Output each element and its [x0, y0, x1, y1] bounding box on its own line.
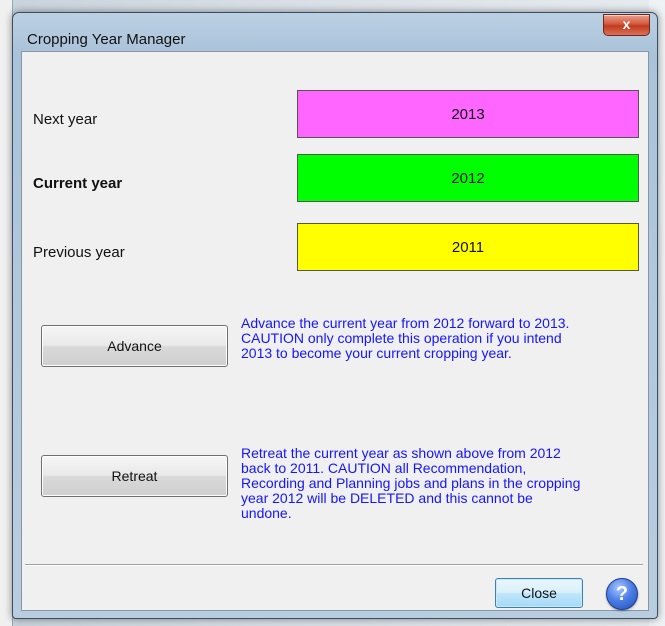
retreat-description-line: Retreat the current year as shown above …	[241, 445, 561, 461]
retreat-description-line: undone.	[241, 505, 292, 521]
retreat-description: Retreat the current year as shown above …	[241, 446, 641, 521]
close-icon: x	[622, 16, 631, 32]
title-bar[interactable]: Cropping Year Manager x	[13, 13, 657, 51]
retreat-description-line: back to 2011. CAUTION all Recommendation…	[241, 460, 527, 476]
window-close-button[interactable]: x	[603, 14, 650, 36]
advance-description-line: 2013 to become your current cropping yea…	[241, 345, 512, 361]
retreat-button[interactable]: Retreat	[41, 455, 228, 497]
advance-description-line: CAUTION only complete this operation if …	[241, 330, 562, 346]
dialog-client-area: Next year 2013 Current year 2012 Previou…	[21, 51, 649, 611]
retreat-description-line: year 2012 will be DELETED and this canno…	[241, 490, 533, 506]
retreat-description-line: Recording and Planning jobs and plans in…	[241, 475, 581, 491]
close-button[interactable]: Close	[495, 578, 583, 608]
cropping-year-manager-dialog: Cropping Year Manager x Next year 2013 C…	[12, 12, 658, 619]
advance-button[interactable]: Advance	[41, 325, 228, 367]
advance-description-line: Advance the current year from 2012 forwa…	[241, 315, 570, 331]
current-year-label: Current year	[33, 175, 123, 192]
previous-year-label: Previous year	[33, 244, 125, 261]
advance-description: Advance the current year from 2012 forwa…	[241, 316, 641, 361]
previous-year-field: 2011	[297, 223, 639, 271]
footer-separator	[25, 564, 643, 566]
next-year-label: Next year	[33, 111, 98, 128]
current-year-field: 2012	[297, 154, 639, 202]
help-icon[interactable]: ?	[606, 578, 638, 610]
next-year-field: 2013	[297, 90, 639, 138]
window-title: Cropping Year Manager	[27, 31, 186, 48]
